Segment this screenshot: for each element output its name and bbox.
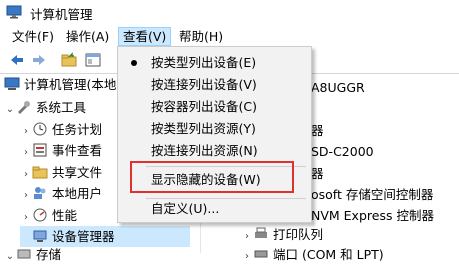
- tree-item-label: 性能: [52, 208, 78, 223]
- back-arrow-icon[interactable]: [8, 51, 26, 69]
- tree-item-label: 任务计划: [52, 122, 103, 137]
- menu-action[interactable]: 操作(A): [62, 28, 113, 45]
- radio-bullet-icon: [131, 60, 137, 66]
- tree-item-label: 存储: [36, 247, 62, 262]
- shared-folder-icon: [32, 166, 48, 179]
- printer-icon: [255, 227, 267, 238]
- tree-item-label: 系统工具: [36, 100, 87, 115]
- device-row[interactable]: A8UGGR: [311, 77, 365, 98]
- device-row[interactable]: NVM Express 控制器: [311, 205, 434, 226]
- device-manager-icon: [33, 230, 47, 242]
- tree-item-label: 共享文件: [52, 165, 103, 180]
- tree-item-local-users[interactable]: › 本地用户: [20, 183, 102, 204]
- port-icon: [254, 250, 268, 258]
- computer-management-icon: [6, 5, 22, 19]
- tree-item-label: 事件查看: [52, 143, 103, 158]
- device-category-label: 端口 (COM 和 LPT): [273, 247, 384, 262]
- tree-root[interactable]: 计算机管理(本地: [4, 74, 116, 95]
- device-row[interactable]: 器: [311, 163, 324, 184]
- tree-item-storage[interactable]: ⌄ 存储: [4, 244, 61, 265]
- chevron-right-icon[interactable]: ›: [20, 142, 32, 163]
- event-log-icon: [33, 143, 47, 157]
- device-row[interactable]: osoft 存储空间控制器: [311, 184, 433, 205]
- tree-root-label: 计算机管理(本地: [24, 77, 117, 92]
- menu-item-devices-by-container[interactable]: 按容器列出设备(C): [119, 96, 309, 118]
- folder-up-icon[interactable]: [60, 51, 78, 69]
- menu-item-customize[interactable]: 自定义(U)...: [119, 198, 309, 220]
- menu-item-devices-by-connection[interactable]: 按连接列出设备(V): [119, 74, 309, 96]
- tree-item-label: 设备管理器: [52, 229, 115, 244]
- tree-item-event-viewer[interactable]: › 事件查看: [20, 140, 102, 161]
- menu-view[interactable]: 查看(V): [118, 27, 172, 46]
- chevron-right-icon[interactable]: ›: [20, 121, 32, 142]
- menu-help[interactable]: 帮助(H): [175, 28, 227, 45]
- view-menu-dropdown: 按类型列出设备(E) 按连接列出设备(V) 按容器列出设备(C) 按类型列出资源…: [117, 46, 312, 223]
- tree-item-performance[interactable]: › 性能: [20, 205, 77, 226]
- tree-item-system-tools[interactable]: ⌄ 系统工具: [4, 97, 86, 118]
- menu-item-label: 按连接列出资源(N): [151, 143, 258, 158]
- show-hide-tree-icon[interactable]: [84, 51, 102, 69]
- device-category-ports[interactable]: › 端口 (COM 和 LPT): [241, 244, 384, 265]
- tools-icon: [18, 101, 30, 114]
- window-title: 计算机管理: [30, 7, 93, 22]
- menu-item-label: 按连接列出设备(V): [151, 77, 257, 92]
- device-row[interactable]: SD-C2000: [311, 141, 374, 162]
- menu-item-label: 按类型列出设备(E): [151, 55, 257, 70]
- tree-item-label: 本地用户: [52, 186, 103, 201]
- menu-item-label: 自定义(U)...: [151, 201, 220, 216]
- title-bar: 计算机管理: [0, 0, 459, 25]
- clock-icon: [33, 122, 47, 136]
- menu-item-resources-by-connection[interactable]: 按连接列出资源(N): [119, 140, 309, 162]
- users-icon: [34, 187, 46, 199]
- chevron-right-icon[interactable]: ›: [241, 246, 253, 267]
- chevron-right-icon[interactable]: ›: [20, 185, 32, 206]
- tree-item-shared-folders[interactable]: › 共享文件: [20, 162, 102, 183]
- device-category-printer-queue[interactable]: › 打印队列: [241, 224, 323, 245]
- menu-item-resources-by-type[interactable]: 按类型列出资源(Y): [119, 118, 309, 140]
- menu-item-label: 按容器列出设备(C): [151, 99, 257, 114]
- menu-file[interactable]: 文件(F): [8, 28, 58, 45]
- device-row[interactable]: 器: [311, 120, 324, 141]
- menu-item-devices-by-type[interactable]: 按类型列出设备(E): [119, 52, 309, 74]
- forward-arrow-icon[interactable]: [30, 51, 48, 69]
- chevron-right-icon[interactable]: ›: [20, 207, 32, 228]
- device-category-label: 打印队列: [273, 227, 324, 242]
- tree-item-task-scheduler[interactable]: › 任务计划: [20, 119, 102, 140]
- chevron-down-icon[interactable]: ⌄: [4, 99, 16, 120]
- highlight-annotation-box: [130, 161, 294, 193]
- performance-gauge-icon: [33, 208, 47, 222]
- computer-management-icon: [4, 77, 20, 90]
- storage-icon: [17, 249, 31, 259]
- menu-item-label: 按类型列出资源(Y): [151, 121, 256, 136]
- chevron-right-icon[interactable]: ›: [20, 164, 32, 185]
- menu-bar: 文件(F) 操作(A) 查看(V) 帮助(H): [0, 25, 459, 47]
- chevron-down-icon[interactable]: ⌄: [4, 246, 16, 267]
